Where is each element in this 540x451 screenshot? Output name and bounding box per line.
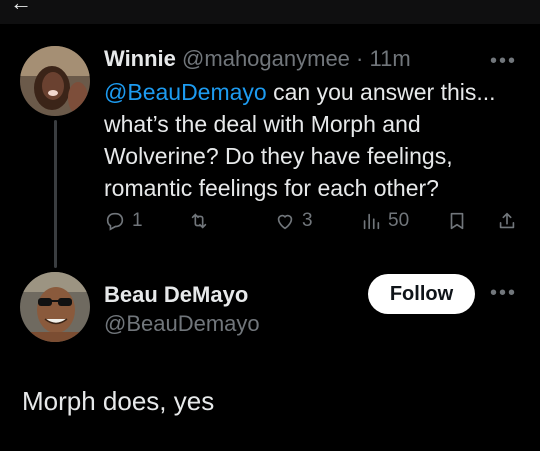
like-button[interactable]: 3 [274, 210, 313, 232]
winnie-avatar[interactable] [20, 46, 90, 116]
share-icon [499, 212, 515, 229]
repost-icon [191, 213, 207, 229]
reply-icon [106, 212, 124, 231]
reply-action-bar: 1 3 50 [104, 210, 524, 236]
reply-separator: · [356, 46, 364, 71]
reply-count: 1 [132, 210, 143, 231]
share-button[interactable] [496, 210, 518, 232]
main-author-handle[interactable]: @BeauDemayo [104, 311, 260, 337]
main-more-icon[interactable]: ••• [490, 282, 517, 305]
follow-button[interactable]: Follow [368, 274, 475, 314]
top-bar: ← [0, 0, 540, 24]
beau-demayo-avatar[interactable] [20, 272, 90, 342]
main-tweet-text: Morph does, yes [22, 386, 215, 416]
reply-author-handle[interactable]: @mahoganymee [182, 46, 350, 71]
reply-more-icon[interactable]: ••• [490, 50, 517, 73]
reply-header: Winnie @mahoganymee · 11m [104, 46, 411, 72]
bookmark-button[interactable] [446, 210, 468, 232]
views-count: 50 [388, 210, 410, 231]
back-arrow-icon[interactable]: ← [10, 0, 32, 16]
reply-author-name[interactable]: Winnie [104, 46, 176, 71]
reply-mention-link[interactable]: @BeauDemayo [104, 79, 267, 105]
repost-button[interactable] [188, 210, 216, 232]
reply-text: @BeauDemayo can you answer this... what’… [104, 76, 524, 204]
like-count: 3 [302, 210, 313, 231]
views-icon [363, 213, 380, 230]
views-button[interactable]: 50 [360, 210, 409, 232]
reply-time[interactable]: 11m [370, 46, 411, 71]
thread-connector-line [54, 120, 57, 268]
main-author-name[interactable]: Beau DeMayo [104, 282, 248, 308]
like-icon [277, 214, 293, 230]
bookmark-icon [450, 212, 464, 230]
reply-button[interactable]: 1 [104, 210, 143, 232]
